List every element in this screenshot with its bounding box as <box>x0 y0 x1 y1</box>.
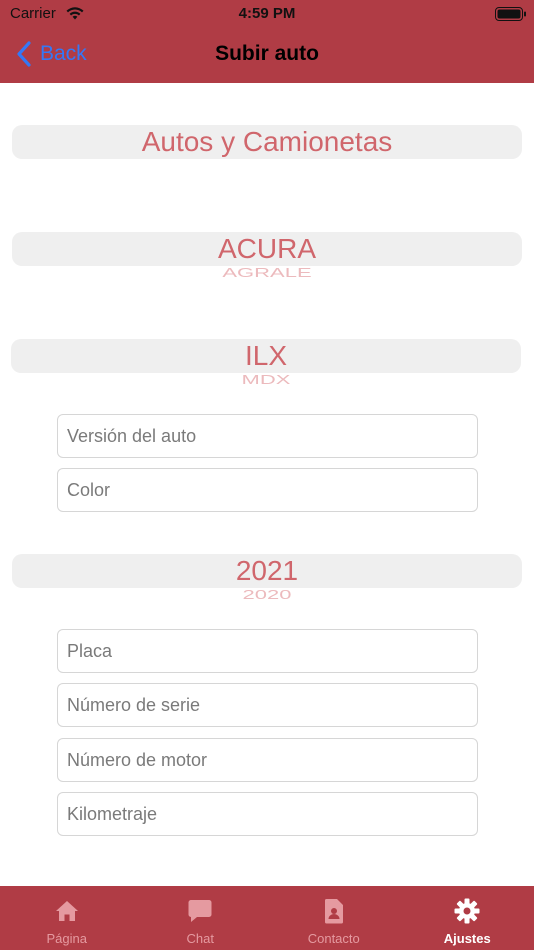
year-selected: 2021 <box>235 555 299 586</box>
color-field[interactable] <box>57 468 478 512</box>
tab-label: Chat <box>186 931 214 946</box>
plate-input[interactable] <box>58 630 477 672</box>
mileage-field[interactable] <box>57 792 478 836</box>
contact-icon <box>324 899 343 924</box>
gear-icon <box>454 898 480 924</box>
version-field[interactable] <box>57 414 478 458</box>
model-next-option: MDX <box>241 371 291 387</box>
tab-bar: Página Chat Contacto Ajustes <box>0 886 534 950</box>
engine-number-field[interactable] <box>57 738 478 782</box>
brand-selected: ACURA <box>217 233 316 264</box>
tab-ajustes[interactable]: Ajustes <box>401 886 534 950</box>
chat-icon <box>188 900 212 922</box>
category-picker[interactable]: Autos y Camionetas <box>12 125 522 195</box>
model-picker[interactable]: ILX MDX <box>11 339 521 389</box>
year-next-option: 2020 <box>242 586 292 602</box>
home-icon <box>55 901 78 921</box>
status-bar: Carrier 4:59 PM <box>0 0 534 28</box>
brand-picker[interactable]: ACURA AGRALE <box>12 232 522 288</box>
tab-chat[interactable]: Chat <box>134 886 268 950</box>
brand-next-option: AGRALE <box>222 264 312 280</box>
plate-field[interactable] <box>57 629 478 673</box>
serial-number-field[interactable] <box>57 683 478 727</box>
tab-pagina[interactable]: Página <box>0 886 134 950</box>
year-picker[interactable]: 2021 2020 <box>12 554 522 606</box>
version-input[interactable] <box>58 415 477 457</box>
engine-number-input[interactable] <box>58 739 477 781</box>
tab-label: Página <box>46 931 87 946</box>
navigation-header: Carrier 4:59 PM Back Subir auto <box>0 0 534 83</box>
tab-contacto[interactable]: Contacto <box>267 886 401 950</box>
status-time: 4:59 PM <box>238 5 296 22</box>
battery-icon <box>495 7 526 21</box>
model-selected: ILX <box>244 340 288 371</box>
serial-number-input[interactable] <box>58 684 477 726</box>
tab-label: Ajustes <box>443 931 491 946</box>
page-title: Subir auto <box>215 42 319 65</box>
mileage-input[interactable] <box>58 793 477 835</box>
category-selected: Autos y Camionetas <box>141 126 393 157</box>
color-input[interactable] <box>58 469 477 511</box>
tab-label: Contacto <box>307 931 360 946</box>
